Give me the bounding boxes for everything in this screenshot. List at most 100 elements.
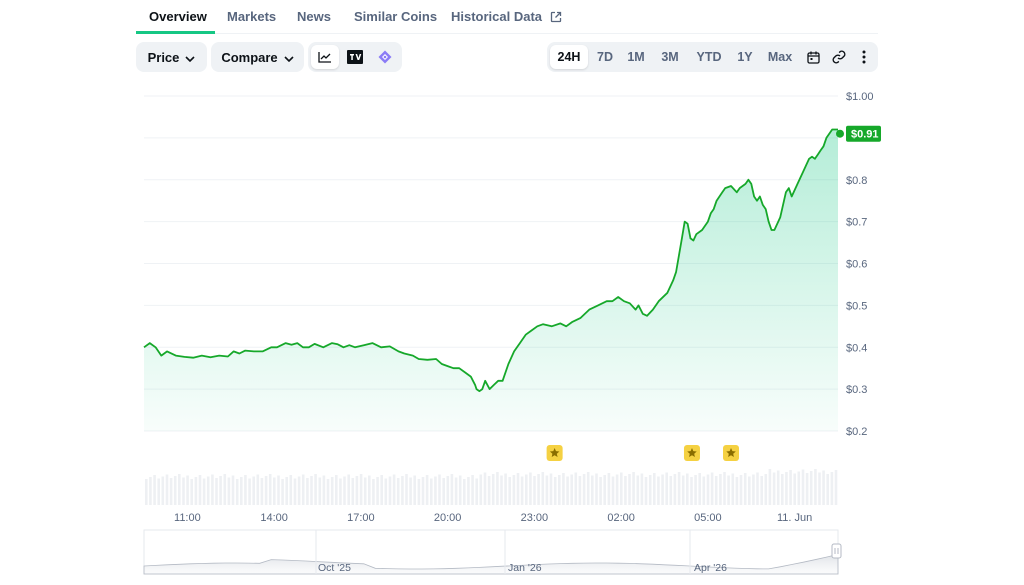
volume-bar xyxy=(764,474,768,505)
volume-bar xyxy=(574,472,578,505)
volume-bar xyxy=(301,474,305,505)
navigator-handle[interactable] xyxy=(831,543,842,559)
volume-bar xyxy=(558,475,561,505)
volume-bar xyxy=(335,475,338,505)
volume-bar xyxy=(388,476,392,505)
volume-bar xyxy=(504,473,507,505)
price-chart[interactable]: $1.00$0.8$0.7$0.6$0.5$0.4$0.3$0.2 11:00 1… xyxy=(0,0,1024,585)
volume-bar xyxy=(198,475,202,505)
volume-bar xyxy=(686,473,689,505)
volume-bar xyxy=(826,474,829,505)
volume-bar xyxy=(818,472,821,505)
volume-bar xyxy=(578,476,582,505)
volume-bar xyxy=(347,474,350,505)
navigator-label-oct: Oct '25 xyxy=(318,562,351,574)
volume-bar xyxy=(644,477,648,505)
volume-bar xyxy=(467,477,470,505)
volume-bar xyxy=(182,477,185,505)
x-axis-labels: 11:00 14:00 17:00 20:00 23:00 02:00 05:00 11. J… xyxy=(174,512,812,524)
star-icon[interactable] xyxy=(723,445,740,461)
volume-bar xyxy=(173,476,177,505)
volume-bar xyxy=(202,478,206,505)
volume-bar xyxy=(330,477,334,505)
x-tick-label: 02:00 xyxy=(607,512,635,524)
volume-bar xyxy=(363,477,367,505)
y-axis-labels: $1.00 $0.8 $0.7 $0.6 $0.5 $0.4 $0.3 $0.2 xyxy=(846,91,874,438)
volume-bar xyxy=(752,474,755,505)
current-price-dot xyxy=(836,129,844,138)
volume-bar xyxy=(603,475,606,505)
x-tick-label: 17:00 xyxy=(347,512,375,524)
volume-bar xyxy=(285,477,288,505)
x-tick-label: 14:00 xyxy=(260,512,288,524)
volume-bar xyxy=(776,470,780,505)
y-tick-label: $0.5 xyxy=(846,300,867,312)
x-tick-label: 23:00 xyxy=(521,512,549,524)
volume-bar xyxy=(570,474,573,505)
volume-bar xyxy=(719,474,722,505)
volume-bar xyxy=(417,479,421,505)
volume-bar xyxy=(797,471,801,505)
volume-bar xyxy=(273,477,276,505)
volume-bar xyxy=(756,472,759,505)
navigator-label-jan: Jan '26 xyxy=(508,562,542,574)
volume-bar xyxy=(830,472,834,505)
range-navigator[interactable]: Oct '25 Jan '26 Apr '26 xyxy=(143,529,842,575)
volume-bar xyxy=(690,477,693,505)
volume-bar xyxy=(748,476,751,505)
volume-bars xyxy=(145,469,838,505)
volume-bar xyxy=(256,474,260,505)
volume-bar xyxy=(582,474,586,505)
volume-bar xyxy=(438,474,441,505)
volume-bar xyxy=(673,474,677,505)
volume-bar xyxy=(743,473,747,505)
volume-bar xyxy=(653,473,656,505)
volume-bar xyxy=(264,476,268,505)
volume-bar xyxy=(801,469,805,505)
volume-bar xyxy=(586,472,590,505)
volume-bar xyxy=(401,476,404,505)
volume-bar xyxy=(566,476,569,505)
volume-bar xyxy=(516,473,520,505)
volume-bar xyxy=(661,474,664,505)
y-tick-label: $0.6 xyxy=(846,259,867,271)
volume-bar xyxy=(822,470,825,505)
volume-bar xyxy=(169,478,173,505)
volume-bar xyxy=(421,477,425,505)
volume-bar xyxy=(380,475,383,505)
y-tick-label: $0.4 xyxy=(846,342,867,354)
star-icon[interactable] xyxy=(546,445,563,461)
y-tick-label: $0.7 xyxy=(846,217,867,229)
volume-bar xyxy=(314,474,317,505)
volume-bar xyxy=(768,469,772,505)
volume-bar xyxy=(520,476,524,505)
volume-bar xyxy=(153,475,156,505)
volume-bar xyxy=(479,474,483,505)
volume-bar xyxy=(640,473,644,505)
current-price-label: $0.91 xyxy=(851,129,879,141)
y-tick-label: $1.00 xyxy=(846,91,874,103)
volume-bar xyxy=(760,476,763,505)
x-tick-label: 11:00 xyxy=(174,512,201,524)
volume-bar xyxy=(491,474,495,505)
volume-bar xyxy=(809,471,813,505)
volume-bar xyxy=(458,475,462,505)
volume-bar xyxy=(430,478,433,505)
volume-bar xyxy=(814,469,817,505)
star-icon[interactable] xyxy=(683,445,700,461)
volume-bar xyxy=(677,472,681,505)
volume-bar xyxy=(157,478,160,505)
volume-bar xyxy=(624,476,627,505)
volume-bar xyxy=(702,476,706,505)
volume-bar xyxy=(628,474,631,505)
volume-bar xyxy=(446,476,450,505)
volume-bar xyxy=(165,474,169,505)
volume-bar xyxy=(657,476,660,505)
volume-bar xyxy=(190,479,193,505)
volume-bar xyxy=(227,477,231,505)
volume-bar xyxy=(289,475,293,505)
volume-bar xyxy=(306,478,309,505)
volume-bar xyxy=(178,474,181,505)
x-tick-label: 05:00 xyxy=(694,512,722,524)
volume-bar xyxy=(194,477,198,505)
